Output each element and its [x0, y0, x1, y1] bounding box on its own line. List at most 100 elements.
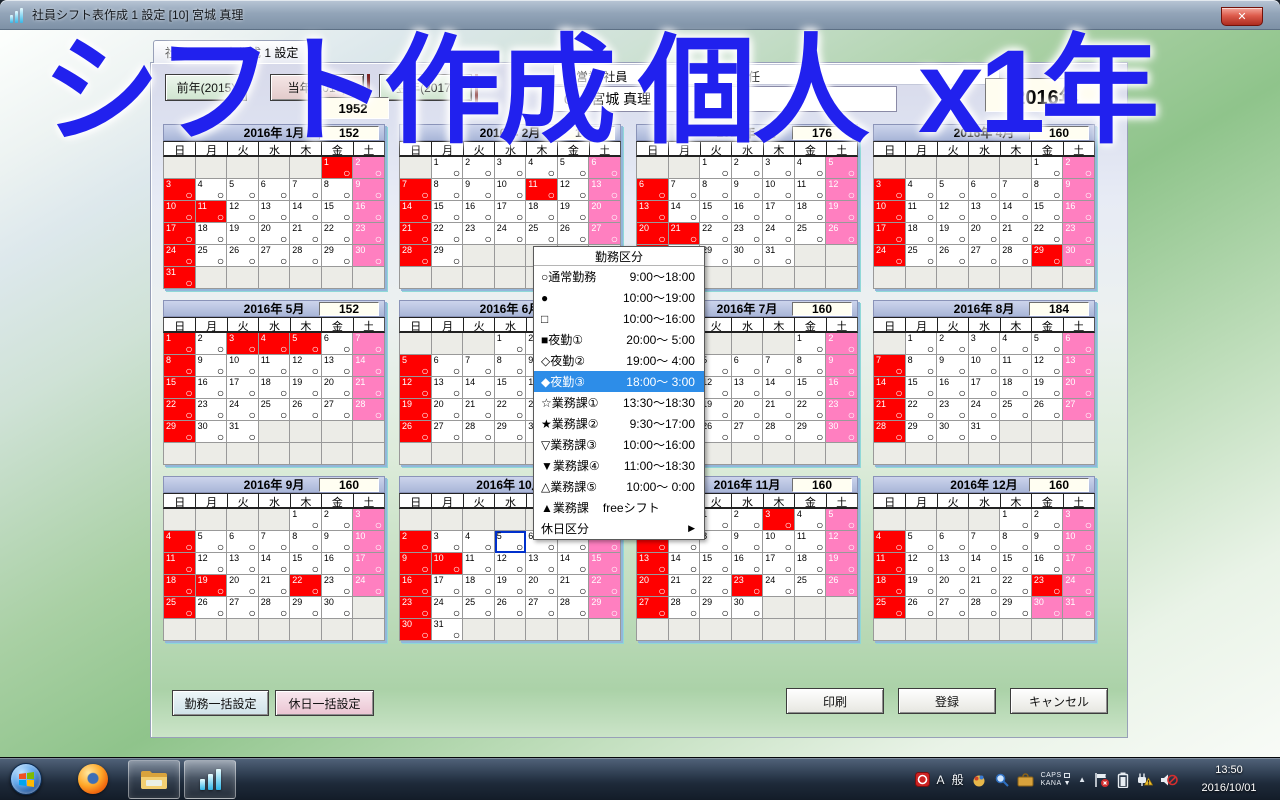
day-cell[interactable]: 29○ — [795, 421, 827, 443]
day-cell[interactable]: 23○ — [826, 399, 858, 421]
day-cell[interactable]: 26○ — [1032, 399, 1064, 421]
day-cell[interactable]: 24○ — [763, 223, 795, 245]
day-cell[interactable]: 14○ — [763, 377, 795, 399]
day-cell[interactable]: 28○ — [463, 421, 495, 443]
day-cell[interactable]: 22○ — [495, 399, 527, 421]
cancel-button[interactable]: キャンセル — [1010, 688, 1108, 714]
day-cell[interactable]: 10○ — [763, 531, 795, 553]
day-cell[interactable]: 4○ — [526, 157, 558, 179]
day-cell[interactable]: 19○ — [906, 575, 938, 597]
day-cell[interactable]: 21○ — [669, 575, 701, 597]
day-cell[interactable]: 6○ — [969, 179, 1001, 201]
day-cell[interactable]: 27○ — [732, 421, 764, 443]
day-cell[interactable]: 21○ — [1000, 223, 1032, 245]
day-cell[interactable]: 17○ — [495, 201, 527, 223]
ime-pad-icon[interactable] — [971, 772, 987, 787]
day-cell[interactable]: 1○ — [700, 157, 732, 179]
day-cell[interactable]: 9○ — [732, 179, 764, 201]
day-cell[interactable]: 29○ — [906, 421, 938, 443]
day-cell[interactable]: 23○ — [1032, 575, 1064, 597]
day-cell[interactable]: 25○ — [259, 399, 291, 421]
day-cell[interactable]: 6○ — [322, 333, 354, 355]
day-cell[interactable]: 18○ — [259, 377, 291, 399]
day-cell[interactable]: 25○ — [795, 223, 827, 245]
menu-item[interactable]: △業務課⑤10:00～ 0:00 — [534, 476, 704, 497]
day-cell[interactable]: 25○ — [795, 575, 827, 597]
day-cell[interactable]: 7○ — [1000, 179, 1032, 201]
day-cell[interactable]: 23○ — [353, 223, 385, 245]
day-cell[interactable]: 18○ — [795, 201, 827, 223]
day-cell[interactable]: 5○ — [558, 157, 590, 179]
day-cell[interactable]: 4○ — [906, 179, 938, 201]
day-cell[interactable]: 9○ — [353, 179, 385, 201]
day-cell[interactable]: 2○ — [196, 333, 228, 355]
day-cell[interactable]: 3○ — [763, 157, 795, 179]
antivirus-icon[interactable] — [915, 772, 930, 787]
day-cell[interactable]: 26○ — [290, 399, 322, 421]
day-cell[interactable]: 20○ — [526, 575, 558, 597]
menu-item[interactable]: ○通常勤務9:00～18:00 — [534, 266, 704, 287]
day-cell[interactable]: 20○ — [969, 223, 1001, 245]
day-cell[interactable]: 18○ — [795, 553, 827, 575]
day-cell[interactable]: 6○ — [937, 531, 969, 553]
day-cell[interactable]: 27○ — [1063, 399, 1095, 421]
day-cell[interactable]: 28○ — [400, 245, 432, 267]
day-cell[interactable]: 14○ — [669, 201, 701, 223]
day-cell[interactable]: 25○ — [164, 597, 196, 619]
day-cell[interactable]: 2○ — [732, 157, 764, 179]
day-cell[interactable]: 19○ — [826, 201, 858, 223]
day-cell[interactable]: 12○ — [826, 179, 858, 201]
tab-shift-settings[interactable]: 社員シフト表作成 1 設定 — [153, 40, 310, 63]
day-cell[interactable]: 5○ — [495, 531, 527, 553]
day-cell[interactable]: 9○ — [826, 355, 858, 377]
day-cell[interactable]: 14○ — [290, 201, 322, 223]
day-cell[interactable]: 14○ — [669, 553, 701, 575]
day-cell[interactable]: 28○ — [1000, 245, 1032, 267]
day-cell[interactable]: 6○ — [432, 355, 464, 377]
day-cell[interactable]: 12○ — [196, 553, 228, 575]
day-cell[interactable]: 12○ — [826, 531, 858, 553]
day-cell[interactable]: 29○ — [164, 421, 196, 443]
shift-app-taskbar-button[interactable] — [184, 760, 236, 799]
day-cell[interactable]: 5○ — [826, 509, 858, 531]
day-cell[interactable]: 2○ — [353, 157, 385, 179]
day-cell[interactable]: 22○ — [700, 575, 732, 597]
day-cell[interactable]: 13○ — [637, 553, 669, 575]
day-cell[interactable]: 31○ — [227, 421, 259, 443]
day-cell[interactable]: 15○ — [795, 377, 827, 399]
day-cell[interactable]: 26○ — [227, 245, 259, 267]
day-cell[interactable]: 19○ — [196, 575, 228, 597]
day-cell[interactable]: 14○ — [1000, 201, 1032, 223]
day-cell[interactable]: 23○ — [937, 399, 969, 421]
day-cell[interactable]: 5○ — [290, 333, 322, 355]
day-cell[interactable]: 10○ — [432, 553, 464, 575]
day-cell[interactable]: 9○ — [1032, 531, 1064, 553]
menu-item[interactable]: ▼業務課④11:00～18:30 — [534, 455, 704, 476]
day-cell[interactable]: 30○ — [732, 245, 764, 267]
day-cell[interactable]: 7○ — [259, 531, 291, 553]
day-cell[interactable]: 7○ — [463, 355, 495, 377]
day-cell[interactable]: 24○ — [874, 245, 906, 267]
day-cell[interactable]: 26○ — [826, 223, 858, 245]
day-cell[interactable]: 6○ — [637, 179, 669, 201]
menu-item[interactable]: ◇夜勤②19:00～ 4:00 — [534, 350, 704, 371]
day-cell[interactable]: 8○ — [906, 355, 938, 377]
day-cell[interactable]: 27○ — [227, 597, 259, 619]
day-cell[interactable]: 12○ — [227, 201, 259, 223]
day-cell[interactable]: 15○ — [1032, 201, 1064, 223]
day-cell[interactable]: 11○ — [463, 553, 495, 575]
day-cell[interactable]: 29○ — [432, 245, 464, 267]
day-cell[interactable]: 4○ — [795, 157, 827, 179]
day-cell[interactable]: 12○ — [495, 553, 527, 575]
day-cell[interactable]: 14○ — [969, 553, 1001, 575]
day-cell[interactable]: 17○ — [353, 553, 385, 575]
day-cell[interactable]: 25○ — [906, 245, 938, 267]
day-cell[interactable]: 10○ — [353, 531, 385, 553]
day-cell[interactable]: 28○ — [874, 421, 906, 443]
day-cell[interactable]: 13○ — [432, 377, 464, 399]
day-cell[interactable]: 18○ — [1000, 377, 1032, 399]
day-cell[interactable]: 3○ — [763, 509, 795, 531]
day-cell[interactable]: 30○ — [826, 421, 858, 443]
day-cell[interactable]: 13○ — [937, 553, 969, 575]
day-cell[interactable]: 21○ — [400, 223, 432, 245]
